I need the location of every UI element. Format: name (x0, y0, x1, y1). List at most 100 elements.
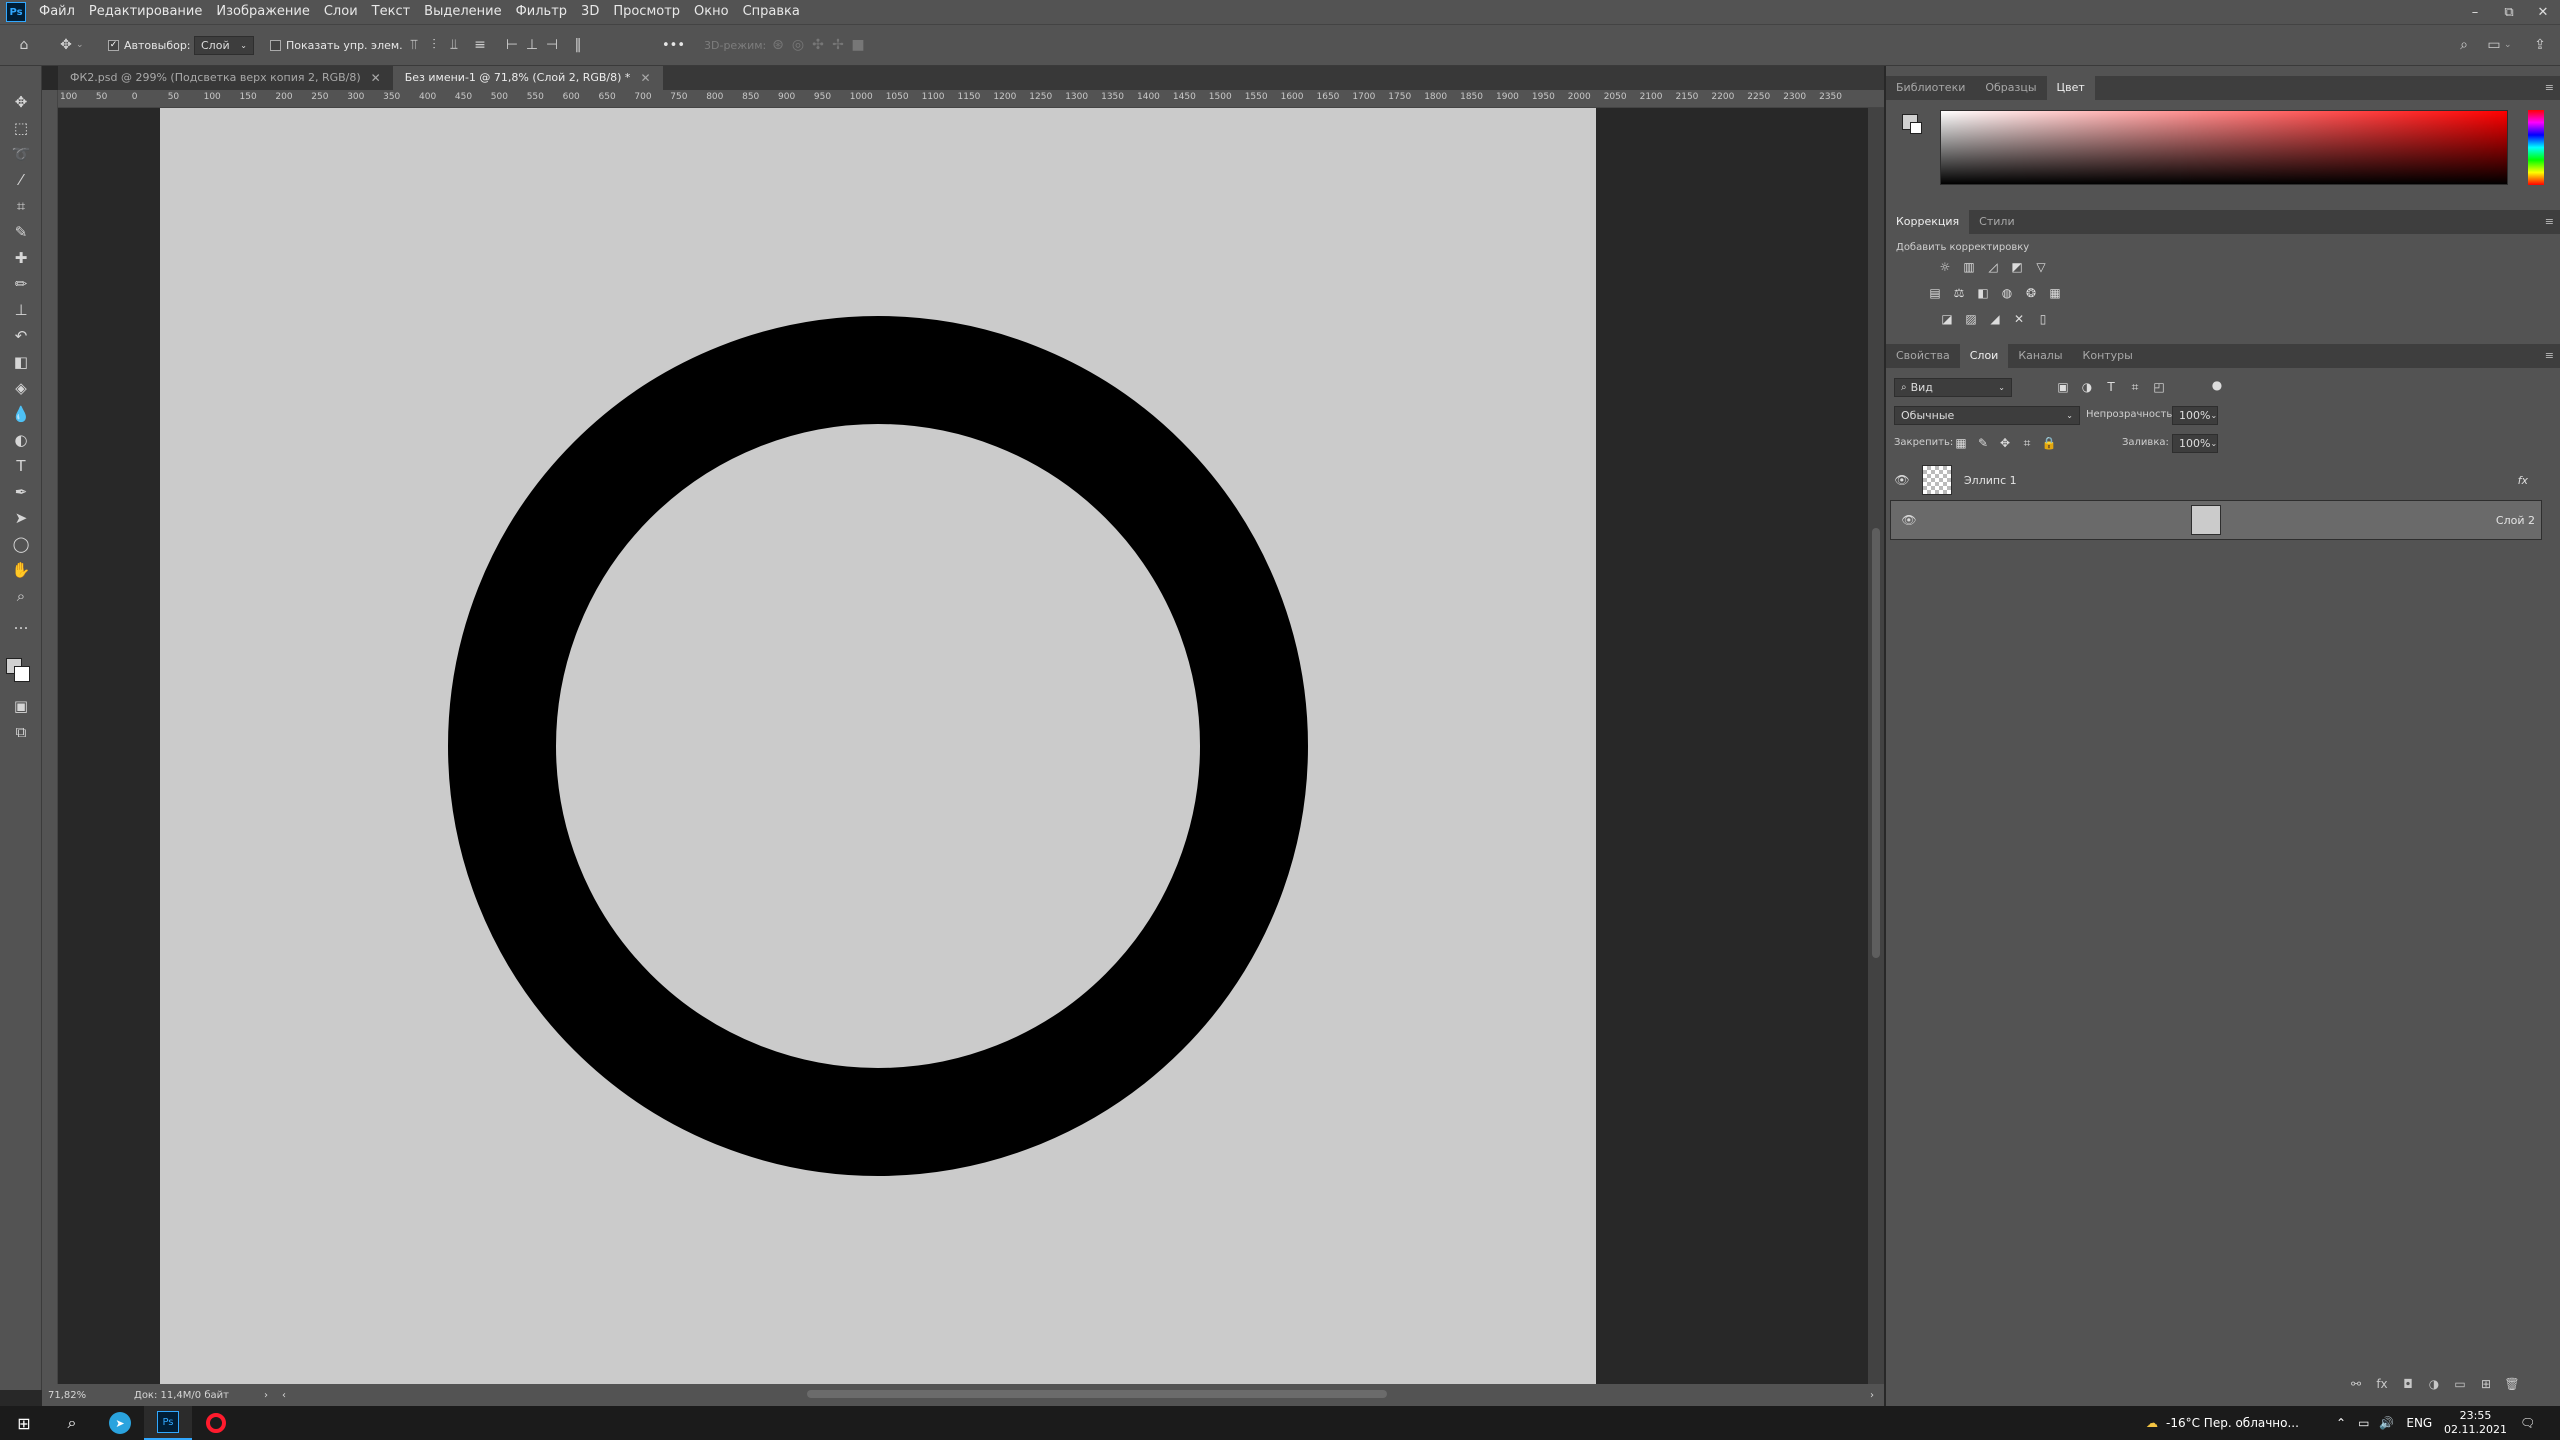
color-lookup-icon[interactable]: ▦ (2046, 284, 2064, 302)
invert-icon[interactable]: ◪ (1938, 310, 1956, 328)
type-tool-icon[interactable]: T (9, 454, 33, 478)
photoshop-taskbar-icon[interactable]: Ps (144, 1406, 192, 1440)
layer-name[interactable]: Слой 2 (2496, 514, 2535, 527)
menu-layers[interactable]: Слои (317, 0, 365, 24)
filter-type-icon[interactable]: T (2102, 378, 2120, 396)
filter-pixel-icon[interactable]: ▣ (2054, 378, 2072, 396)
3d-scale-icon[interactable]: ■ (848, 35, 868, 55)
language-indicator[interactable]: ENG (2406, 1416, 2432, 1430)
posterize-icon[interactable]: ▨ (1962, 310, 1980, 328)
color-picker-field[interactable] (1940, 110, 2508, 185)
horizontal-ruler[interactable]: 100 50 0 50 100 150 200 250 300 350 400 450 500 550 60… (58, 90, 1884, 108)
bw-icon[interactable]: ◧ (1974, 284, 1992, 302)
lasso-tool-icon[interactable]: ➰ (9, 142, 33, 166)
menu-window[interactable]: Окно (687, 0, 736, 24)
menu-filter[interactable]: Фильтр (509, 0, 574, 24)
lock-all-icon[interactable]: 🔒 (2040, 434, 2058, 452)
tab-styles[interactable]: Стили (1969, 210, 2024, 234)
lock-pixels-icon[interactable]: ✎ (1974, 434, 1992, 452)
visibility-eye-icon[interactable]: 👁 (1890, 473, 1914, 487)
magic-wand-icon[interactable]: ⁄ (9, 168, 33, 192)
align-bottom-icon[interactable]: ⫫ (444, 35, 464, 55)
new-adjustment-icon[interactable]: ◑ (2424, 1374, 2444, 1394)
paint-bucket-icon[interactable]: ◈ (9, 376, 33, 400)
status-menu-arrow[interactable]: › (264, 1390, 268, 1401)
layer-filter-dropdown[interactable]: ⌕ Вид ⌄ (1894, 378, 2012, 397)
tab-channels[interactable]: Каналы (2008, 344, 2072, 368)
tab-paths[interactable]: Контуры (2073, 344, 2143, 368)
scroll-left-arrow[interactable]: ‹ (282, 1390, 286, 1401)
close-button[interactable]: ✕ (2526, 0, 2560, 24)
crop-tool-icon[interactable]: ⌗ (9, 194, 33, 218)
panel-menu-icon[interactable]: ≡ (2545, 81, 2554, 94)
telegram-icon[interactable]: ➤ (96, 1406, 144, 1440)
document-canvas[interactable] (160, 108, 1596, 1384)
background-color-swatch[interactable] (14, 666, 30, 682)
restore-button[interactable]: ⧉ (2492, 0, 2526, 24)
fx-add-icon[interactable]: fx (2372, 1374, 2392, 1394)
menu-file[interactable]: Файл (32, 0, 82, 24)
panel-menu-icon[interactable]: ≡ (2545, 215, 2554, 228)
share-icon[interactable]: ⇪ (2530, 33, 2550, 57)
workspace-icon[interactable]: ▭ ⌄ (2484, 33, 2511, 57)
menu-type[interactable]: Текст (365, 0, 418, 24)
search-icon[interactable]: ⌕ (2454, 33, 2474, 57)
zoom-level[interactable]: 71,82% (48, 1390, 118, 1401)
ellipse-tool-icon[interactable]: ◯ (9, 532, 33, 556)
eyedropper-icon[interactable]: ✎ (9, 220, 33, 244)
align-hcenter-icon[interactable]: ⊥ (522, 35, 542, 55)
new-layer-icon[interactable]: ⊞ (2476, 1374, 2496, 1394)
visibility-eye-icon[interactable]: 👁 (1897, 513, 1921, 527)
3d-slide-icon[interactable]: ✢ (828, 35, 848, 55)
exposure-icon[interactable]: ◩ (2008, 258, 2026, 276)
history-brush-icon[interactable]: ↶ (9, 324, 33, 348)
fx-icon[interactable]: fx (2518, 474, 2528, 487)
network-icon[interactable]: ▭ (2358, 1416, 2369, 1430)
levels-icon[interactable]: ▥ (1960, 258, 1978, 276)
more-options-button[interactable]: ••• (662, 38, 685, 53)
tab-fk2[interactable]: ФК2.psd @ 299% (Подсветка верх копия 2, … (58, 66, 393, 90)
notifications-icon[interactable]: 🗨 (2520, 1406, 2535, 1440)
show-transform-checkbox[interactable] (270, 39, 281, 51)
menu-edit[interactable]: Редактирование (82, 0, 209, 24)
close-tab-icon[interactable]: ✕ (371, 66, 381, 90)
opacity-input[interactable]: 100% ⌄ (2172, 406, 2218, 425)
screen-mode-icon[interactable]: ⧉ (9, 720, 33, 744)
horizontal-scroll-thumb[interactable] (807, 1390, 1387, 1398)
home-icon[interactable]: ⌂ (14, 33, 34, 57)
menu-help[interactable]: Справка (736, 0, 807, 24)
close-tab-icon[interactable]: ✕ (640, 66, 650, 90)
vertical-scroll-thumb[interactable] (1872, 528, 1880, 958)
opera-icon[interactable] (192, 1406, 240, 1440)
zoom-tool-icon[interactable]: ⌕ (9, 584, 33, 608)
autoselect-dropdown[interactable]: Слой ⌄ (194, 35, 254, 55)
hand-tool-icon[interactable]: ✋ (9, 558, 33, 582)
color-balance-icon[interactable]: ⚖ (1950, 284, 1968, 302)
color-bg-swatch[interactable] (1910, 122, 1922, 134)
dodge-tool-icon[interactable]: ◐ (9, 428, 33, 452)
layer-row-ellipse[interactable]: 👁 Эллипс 1 fx (1890, 460, 2542, 500)
channel-mixer-icon[interactable]: ❂ (2022, 284, 2040, 302)
add-mask-icon[interactable]: ◘ (2398, 1374, 2418, 1394)
move-tool-icon[interactable]: ✥ (9, 90, 33, 114)
blur-tool-icon[interactable]: 💧 (9, 402, 33, 426)
align-top-icon[interactable]: ⫪ (404, 35, 424, 55)
layer-row-layer2[interactable]: 👁 Слой 2 (1890, 500, 2542, 540)
scroll-right-arrow[interactable]: › (1870, 1390, 1874, 1401)
photo-filter-icon[interactable]: ◍ (1998, 284, 2016, 302)
quick-mask-icon[interactable]: ▣ (9, 694, 33, 718)
brightness-icon[interactable]: ☼ (1936, 258, 1954, 276)
tab-layers[interactable]: Слои (1959, 344, 2009, 368)
menu-3d[interactable]: 3D (574, 0, 606, 24)
menu-select[interactable]: Выделение (417, 0, 508, 24)
tab-swatches[interactable]: Образцы (1975, 76, 2046, 100)
pen-tool-icon[interactable]: ✒ (9, 480, 33, 504)
hue-sat-icon[interactable]: ▤ (1926, 284, 1944, 302)
3d-roll-icon[interactable]: ◎ (788, 35, 808, 55)
distribute-h-icon[interactable]: ‖ (568, 35, 588, 55)
filter-adjustment-icon[interactable]: ◑ (2078, 378, 2096, 396)
tab-untitled-1[interactable]: Без имени-1 @ 71,8% (Слой 2, RGB/8) * ✕ (392, 66, 663, 90)
filter-toggle-icon[interactable]: ● (2208, 376, 2226, 394)
brush-tool-icon[interactable]: ✏ (9, 272, 33, 296)
vibrance-icon[interactable]: ▽ (2032, 258, 2050, 276)
